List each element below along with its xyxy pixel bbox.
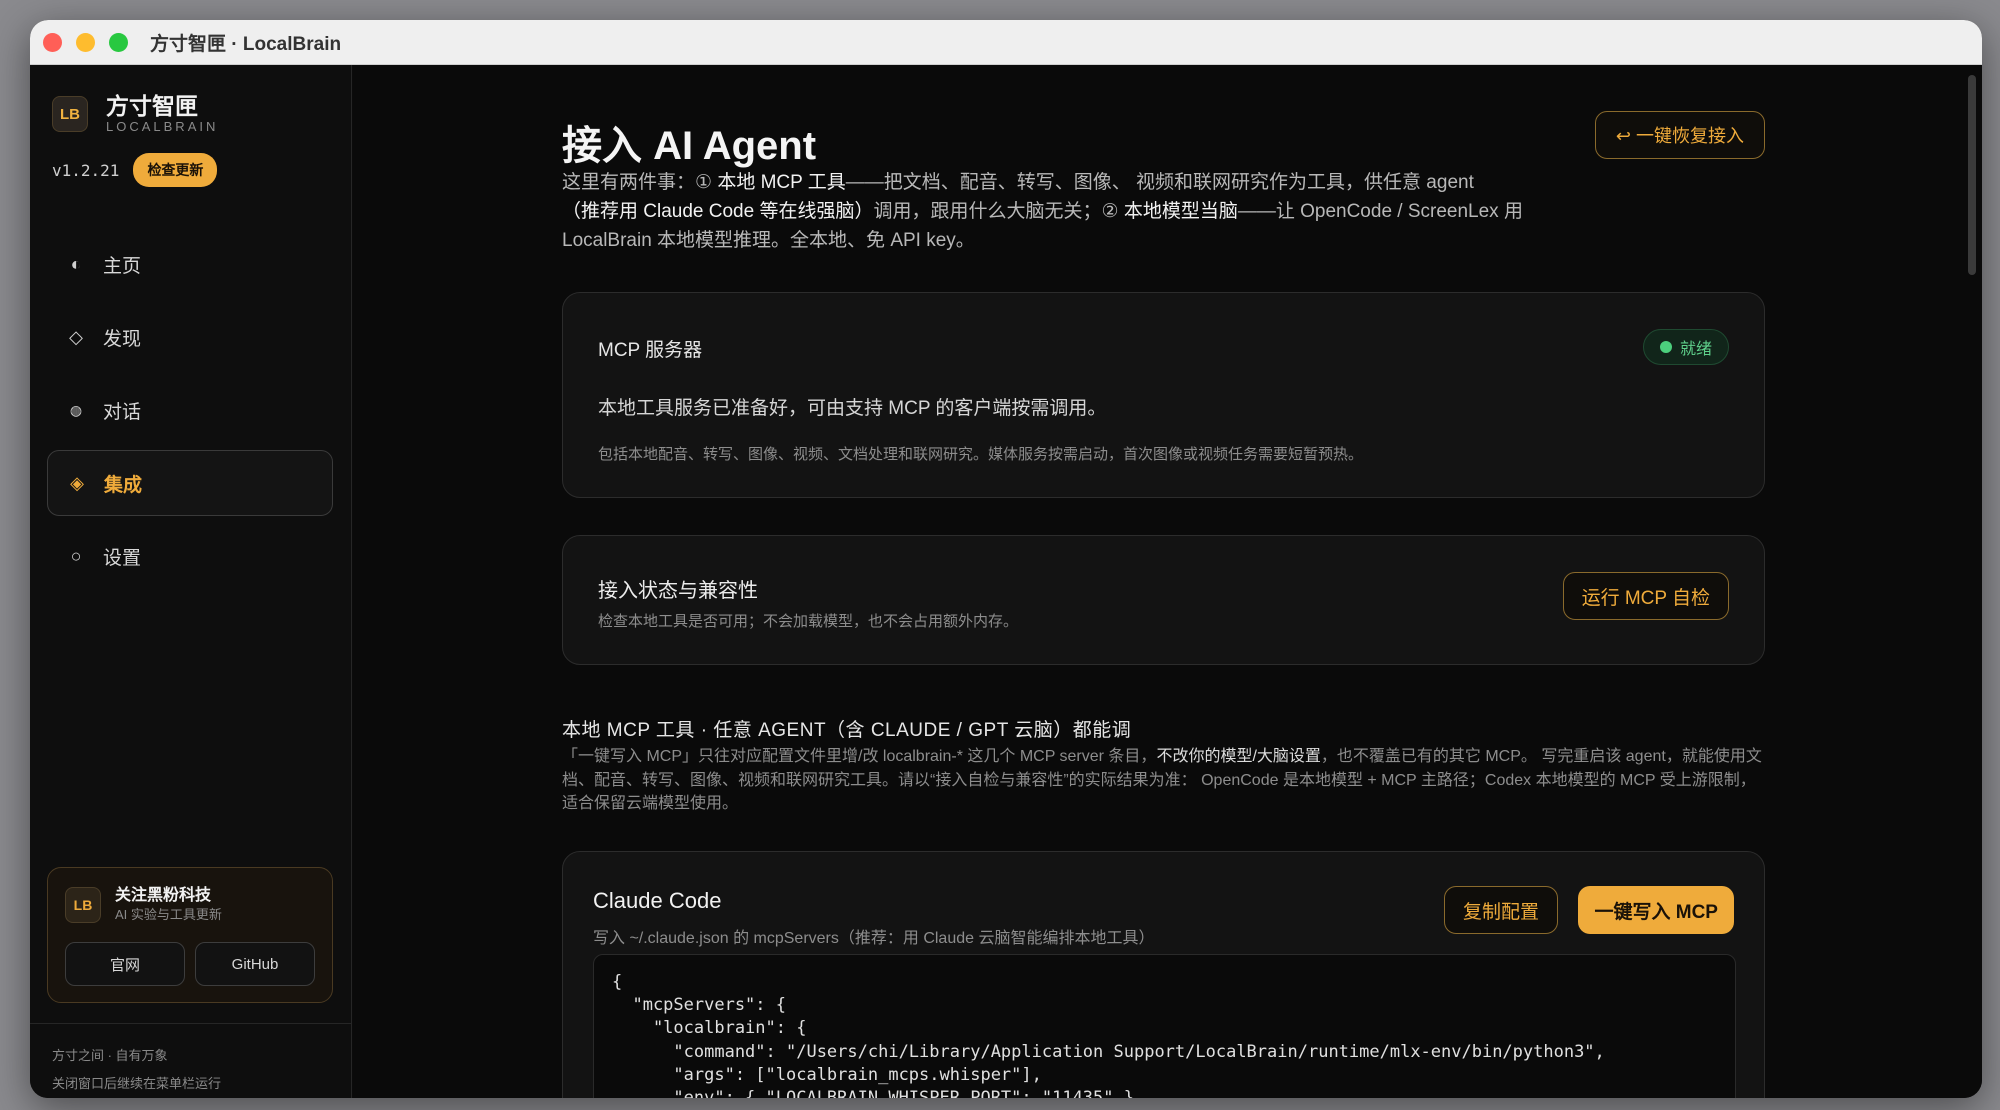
sidebar-divider: [30, 1023, 352, 1024]
status-dot-icon: [1659, 341, 1672, 353]
window-controls: [43, 32, 142, 52]
claude-code-title: Claude Code: [593, 888, 722, 913]
status-badge: 就绪: [1642, 329, 1729, 365]
sidebar-item-label: 对话: [103, 401, 142, 423]
sidebar-item-label: 主页: [103, 255, 142, 277]
app-window: 方寸智匣 · LocalBrain LB 方寸智匣 LOCALBRAIN v1.…: [30, 20, 1982, 1098]
copy-config-button[interactable]: 复制配置: [1443, 886, 1558, 934]
zoom-window-button[interactable]: [109, 32, 128, 52]
sidebar-item-label: 发现: [103, 328, 142, 350]
sidebar-item-settings[interactable]: ○ 设置: [47, 523, 333, 589]
status-compat-card: 接入状态与兼容性 检查本地工具是否可用；不会加载模型，也不会占用额外内存。 运行…: [562, 535, 1765, 665]
mcp-server-status-text: 本地工具服务已准备好，可由支持 MCP 的客户端按需调用。: [598, 398, 1107, 419]
circle-outline-icon: ○: [70, 545, 82, 566]
promo-title: 关注黑粉科技: [115, 887, 212, 904]
sidebar-nav: ◐ 主页 ◇ 发现 ◍ 对话 ◈ 集成 ○ 设置: [47, 231, 333, 596]
sidebar-item-label: 设置: [103, 547, 142, 569]
mcp-server-description: 包括本地配音、转写、图像、视频、文档处理和联网研究。媒体服务按需启动，首次图像或…: [598, 446, 1364, 463]
run-self-test-button[interactable]: 运行 MCP 自检: [1562, 572, 1729, 620]
tools-section-description: 「一键写入 MCP」只往对应配置文件里增/改 localbrain-* 这几个 …: [562, 748, 1762, 812]
status-compat-subtitle: 检查本地工具是否可用；不会加载模型，也不会占用额外内存。: [598, 613, 1019, 630]
claude-code-card: Claude Code 写入 ~/.claude.json 的 mcpServe…: [562, 851, 1765, 1098]
sidebar-item-integrations[interactable]: ◈ 集成: [47, 450, 333, 516]
app-logo: LB: [52, 96, 88, 132]
promo-logo: LB: [65, 887, 101, 923]
sidebar-footer-note: 关闭窗口后继续在菜单栏运行: [52, 1076, 222, 1091]
restore-integration-button[interactable]: ↩ 一键恢复接入: [1594, 111, 1765, 159]
half-circle-icon: ◐: [70, 253, 82, 274]
brand-name: 方寸智匣: [106, 93, 198, 119]
tools-section-heading: 本地 MCP 工具 · 任意 AGENT（含 CLAUDE / GPT 云脑）都…: [562, 720, 1132, 741]
config-code-block[interactable]: { "mcpServers": { "localbrain": { "comma…: [593, 954, 1736, 1098]
minimize-window-button[interactable]: [76, 32, 95, 52]
check-update-button[interactable]: 检查更新: [133, 153, 218, 187]
brand-subtitle: LOCALBRAIN: [106, 119, 219, 134]
promo-card: LB 关注黑粉科技 AI 实验与工具更新 官网 GitHub: [47, 867, 333, 1003]
sidebar-footer-tagline: 方寸之间 · 自有万象: [52, 1048, 168, 1063]
diamond-outline-icon: ◇: [69, 326, 83, 347]
github-button[interactable]: GitHub: [195, 942, 315, 986]
diamond-filled-icon: ◈: [70, 472, 84, 493]
mcp-server-card: MCP 服务器 就绪 本地工具服务已准备好，可由支持 MCP 的客户端按需调用。…: [562, 292, 1765, 498]
mcp-server-title: MCP 服务器: [598, 340, 703, 361]
sidebar-item-home[interactable]: ◐ 主页: [47, 231, 333, 297]
brand: LB 方寸智匣 LOCALBRAIN: [52, 93, 218, 135]
sidebar-item-label: 集成: [104, 474, 143, 496]
window-title: 方寸智匣 · LocalBrain: [150, 33, 342, 55]
claude-code-subtitle: 写入 ~/.claude.json 的 mcpServers（推荐：用 Clau…: [593, 930, 1155, 947]
version-label: v1.2.21: [52, 160, 120, 180]
scrollbar[interactable]: [1968, 75, 1976, 275]
main-content: 接入 AI Agent ↩ 一键恢复接入 这里有两件事：① 本地 MCP 工具—…: [353, 65, 1982, 1098]
config-code: { "mcpServers": { "localbrain": { "comma…: [612, 972, 1605, 1098]
title-bar: 方寸智匣 · LocalBrain: [30, 20, 1982, 65]
promo-subtitle: AI 实验与工具更新: [115, 907, 222, 922]
sidebar-item-discover[interactable]: ◇ 发现: [47, 304, 333, 370]
close-window-button[interactable]: [43, 32, 62, 52]
website-button[interactable]: 官网: [65, 942, 185, 986]
page-title: 接入 AI Agent: [562, 124, 817, 168]
write-mcp-button[interactable]: 一键写入 MCP: [1578, 886, 1734, 934]
sidebar: LB 方寸智匣 LOCALBRAIN v1.2.21 检查更新 ◐ 主页 ◇ 发…: [30, 65, 352, 1098]
intro-text: 这里有两件事：① 本地 MCP 工具——把文档、配音、转写、图像、 视频和联网研…: [562, 172, 1523, 251]
status-compat-title: 接入状态与兼容性: [598, 580, 758, 602]
dot-icon: ◍: [69, 401, 83, 418]
sidebar-item-chat[interactable]: ◍ 对话: [47, 377, 333, 443]
